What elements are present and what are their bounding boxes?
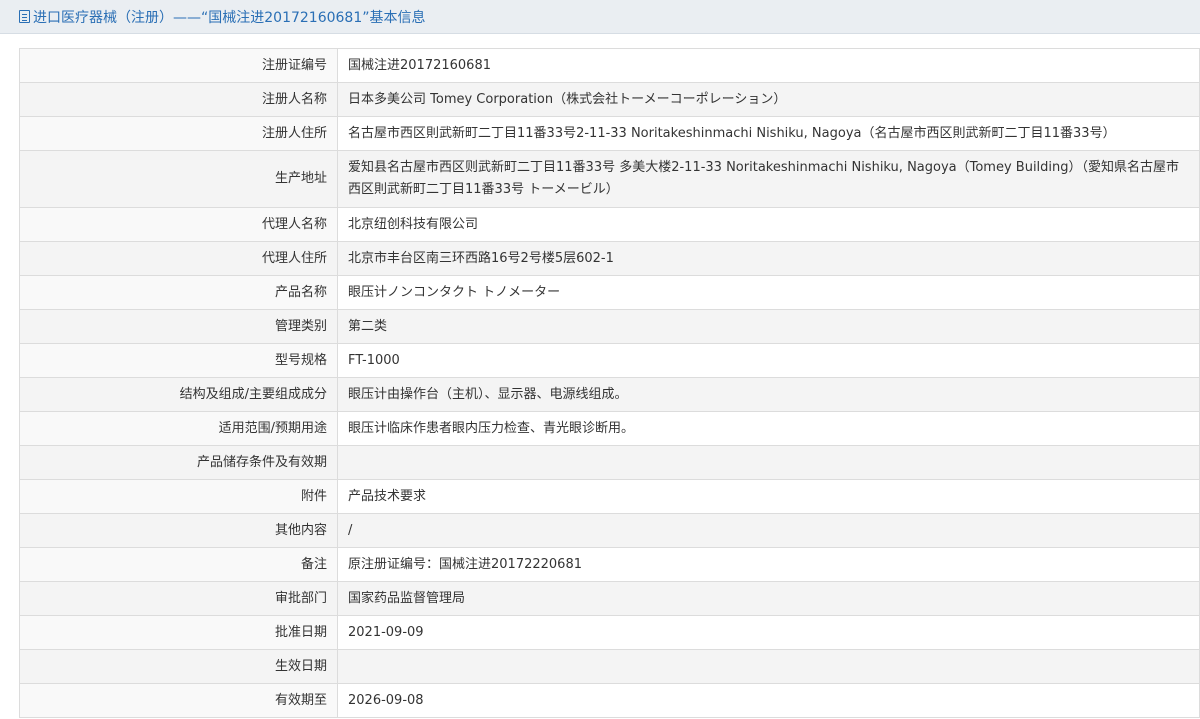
page-header: 进口医疗器械（注册）——“国械注进20172160681”基本信息 bbox=[0, 0, 1200, 34]
row-value: 第二类 bbox=[337, 309, 1200, 344]
row-label: 有效期至 bbox=[19, 683, 338, 718]
table-row-approval-department: 审批部门 国家药品监督管理局 bbox=[19, 581, 1200, 616]
row-label: 代理人住所 bbox=[19, 241, 338, 276]
row-value: 名古屋市西区則武新町二丁目11番33号2-11-33 Noritakeshinm… bbox=[337, 116, 1200, 151]
row-value: 眼压计临床作患者眼内压力检查、青光眼诊断用。 bbox=[337, 411, 1200, 446]
row-value: / bbox=[337, 513, 1200, 548]
row-value: 眼压计由操作台（主机）、显示器、电源线组成。 bbox=[337, 377, 1200, 412]
row-label: 批准日期 bbox=[19, 615, 338, 650]
row-label: 生产地址 bbox=[19, 150, 338, 208]
row-value: 日本多美公司 Tomey Corporation（株式会社トーメーコーポレーショ… bbox=[337, 82, 1200, 117]
row-label: 适用范围/预期用途 bbox=[19, 411, 338, 446]
table-row-other-content: 其他内容 / bbox=[19, 513, 1200, 548]
table-row-model-spec: 型号规格 FT-1000 bbox=[19, 343, 1200, 378]
row-value: 北京市丰台区南三环西路16号2号楼5层602-1 bbox=[337, 241, 1200, 276]
info-table: 注册证编号 国械注进20172160681 注册人名称 日本多美公司 Tomey… bbox=[19, 48, 1200, 718]
row-value: 2021-09-09 bbox=[337, 615, 1200, 650]
table-row-agent-name: 代理人名称 北京纽创科技有限公司 bbox=[19, 207, 1200, 242]
table-row-approval-date: 批准日期 2021-09-09 bbox=[19, 615, 1200, 650]
row-label: 管理类别 bbox=[19, 309, 338, 344]
row-value: 眼压计ノンコンタクト トノメーター bbox=[337, 275, 1200, 310]
row-label: 其他内容 bbox=[19, 513, 338, 548]
row-label: 产品储存条件及有效期 bbox=[19, 445, 338, 480]
row-label: 附件 bbox=[19, 479, 338, 514]
row-label: 审批部门 bbox=[19, 581, 338, 616]
info-panel: 注册证编号 国械注进20172160681 注册人名称 日本多美公司 Tomey… bbox=[0, 34, 1200, 718]
row-label: 型号规格 bbox=[19, 343, 338, 378]
row-value: 北京纽创科技有限公司 bbox=[337, 207, 1200, 242]
row-value: 国械注进20172160681 bbox=[337, 48, 1200, 83]
table-row-product-name: 产品名称 眼压计ノンコンタクト トノメーター bbox=[19, 275, 1200, 310]
row-value: FT-1000 bbox=[337, 343, 1200, 378]
row-value bbox=[337, 649, 1200, 684]
row-label: 代理人名称 bbox=[19, 207, 338, 242]
row-value: 原注册证编号：国械注进20172220681 bbox=[337, 547, 1200, 582]
row-value: 国家药品监督管理局 bbox=[337, 581, 1200, 616]
table-row-registration-number: 注册证编号 国械注进20172160681 bbox=[19, 48, 1200, 83]
table-row-storage-conditions: 产品储存条件及有效期 bbox=[19, 445, 1200, 480]
table-row-remarks: 备注 原注册证编号：国械注进20172220681 bbox=[19, 547, 1200, 582]
row-value bbox=[337, 445, 1200, 480]
table-row-intended-use: 适用范围/预期用途 眼压计临床作患者眼内压力检查、青光眼诊断用。 bbox=[19, 411, 1200, 446]
table-row-registrant-address: 注册人住所 名古屋市西区則武新町二丁目11番33号2-11-33 Noritak… bbox=[19, 116, 1200, 151]
table-row-registrant-name: 注册人名称 日本多美公司 Tomey Corporation（株式会社トーメーコ… bbox=[19, 82, 1200, 117]
table-row-effective-date: 生效日期 bbox=[19, 649, 1200, 684]
table-row-management-category: 管理类别 第二类 bbox=[19, 309, 1200, 344]
page-title: 进口医疗器械（注册）——“国械注进20172160681”基本信息 bbox=[33, 9, 426, 26]
row-label: 注册人住所 bbox=[19, 116, 338, 151]
table-row-agent-address: 代理人住所 北京市丰台区南三环西路16号2号楼5层602-1 bbox=[19, 241, 1200, 276]
row-label: 生效日期 bbox=[19, 649, 338, 684]
document-icon bbox=[19, 10, 30, 23]
row-value: 爱知县名古屋市西区则武新町二丁目11番33号 多美大楼2-11-33 Norit… bbox=[337, 150, 1200, 208]
table-row-attachments: 附件 产品技术要求 bbox=[19, 479, 1200, 514]
row-value: 产品技术要求 bbox=[337, 479, 1200, 514]
row-label: 产品名称 bbox=[19, 275, 338, 310]
table-row-production-address: 生产地址 爱知县名古屋市西区则武新町二丁目11番33号 多美大楼2-11-33 … bbox=[19, 150, 1200, 208]
row-label: 结构及组成/主要组成成分 bbox=[19, 377, 338, 412]
row-label: 注册人名称 bbox=[19, 82, 338, 117]
table-row-valid-until: 有效期至 2026-09-08 bbox=[19, 683, 1200, 718]
table-row-structure-composition: 结构及组成/主要组成成分 眼压计由操作台（主机）、显示器、电源线组成。 bbox=[19, 377, 1200, 412]
row-label: 备注 bbox=[19, 547, 338, 582]
row-value: 2026-09-08 bbox=[337, 683, 1200, 718]
row-label: 注册证编号 bbox=[19, 48, 338, 83]
